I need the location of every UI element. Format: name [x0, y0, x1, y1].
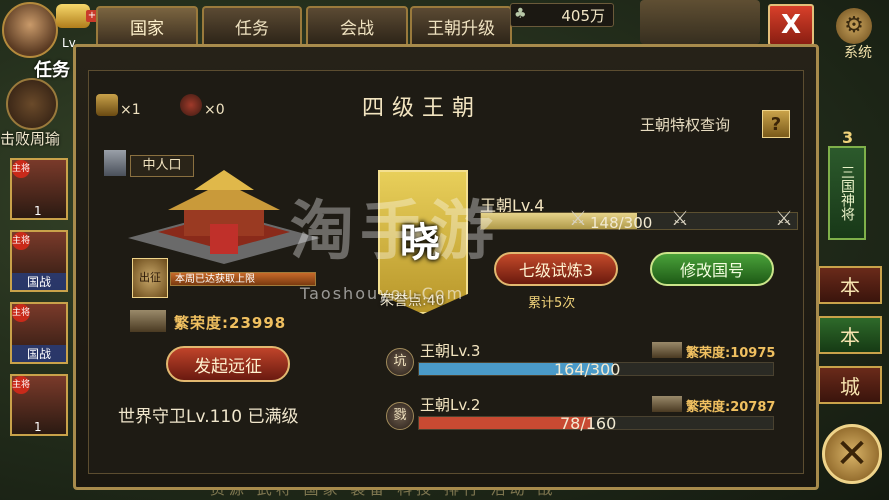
- watermark-url: Taoshouyou.Com: [300, 284, 465, 303]
- gods-banner-label: 三国神将: [839, 165, 855, 221]
- ship-icon: [640, 0, 760, 44]
- hero-card[interactable]: 主将 1: [10, 374, 68, 436]
- trial-button[interactable]: 七级试炼3: [494, 252, 618, 286]
- general-badge: 主将: [12, 232, 30, 250]
- rival-level: 王朝Lv.3: [420, 342, 481, 360]
- prosperity-icon: [130, 310, 166, 332]
- rival-emblem-icon: 戮: [386, 402, 414, 430]
- rename-nation-label: 修改国号: [679, 261, 744, 280]
- seal-icon: [96, 94, 118, 116]
- crossed-swords-icon: ⚔: [569, 206, 587, 230]
- dynasty-title: 四级王朝: [361, 96, 482, 121]
- rival-emblem-icon: 坑: [386, 348, 414, 376]
- close-icon: X: [780, 10, 802, 40]
- side-button-3[interactable]: 城: [818, 366, 882, 404]
- watermark: 淘手游: [290, 195, 500, 269]
- close-button[interactable]: X: [768, 4, 814, 46]
- tab-battle[interactable]: 会战: [306, 6, 408, 44]
- side-button-label: 本: [840, 324, 860, 349]
- gods-banner-button[interactable]: 三国神将: [828, 146, 866, 240]
- trial-count: 累计5次: [528, 296, 576, 311]
- general-badge: 主将: [12, 160, 30, 178]
- gold-ingot-icon[interactable]: [56, 4, 90, 28]
- hero-status: 国战: [12, 273, 66, 290]
- rival-prosperity: 繁荣度:20787: [686, 400, 776, 415]
- silver-amount: 405万: [561, 6, 605, 25]
- tab-dynasty-upgrade-label: 王朝升级: [427, 18, 495, 39]
- rival-prosperity-value: 20787: [730, 400, 776, 415]
- side-button-2[interactable]: 本: [818, 316, 882, 354]
- player-avatar[interactable]: [2, 2, 58, 58]
- system-label[interactable]: 系统: [832, 42, 884, 62]
- gourd-count: ×0: [204, 102, 225, 118]
- side-button-label: 本: [840, 274, 860, 299]
- expedition-seal-icon: 出征: [132, 258, 168, 298]
- tab-country[interactable]: 国家: [96, 6, 198, 44]
- tab-country-label: 国家: [130, 18, 164, 39]
- tab-tasks-label: 任务: [235, 18, 269, 39]
- dynasty-progress-text: 148/300: [590, 214, 653, 232]
- question-icon: ?: [770, 113, 782, 135]
- tab-battle-label: 会战: [340, 18, 374, 39]
- hero-count: 1: [34, 204, 42, 218]
- prosperity-readout: 繁荣度:23998: [174, 314, 287, 332]
- silver-icon: ♣: [514, 6, 527, 22]
- privilege-query-link[interactable]: 王朝特权查询: [640, 114, 730, 135]
- prosperity-label: 繁荣度: [174, 314, 223, 332]
- rival-prosperity-label: 繁荣度: [686, 400, 726, 415]
- launch-expedition-label: 发起远征: [194, 356, 262, 377]
- help-button[interactable]: ?: [762, 110, 790, 138]
- general-badge: 主将: [12, 376, 30, 394]
- tab-tasks[interactable]: 任务: [202, 6, 302, 44]
- hero-card[interactable]: 主将 国战: [10, 230, 68, 292]
- rival-prosperity-value: 10975: [730, 346, 776, 361]
- gourd-icon: [180, 94, 202, 116]
- prosperity-value: 23998: [229, 314, 287, 332]
- rename-nation-button[interactable]: 修改国号: [650, 252, 774, 286]
- rival-progress-text: 164/300: [554, 360, 621, 379]
- crossed-swords-button[interactable]: ✕: [822, 424, 882, 484]
- rival-prosperity: 繁荣度:10975: [686, 346, 776, 361]
- prosperity-icon: [652, 342, 682, 358]
- rival-level: 王朝Lv.2: [420, 396, 481, 414]
- trial-label: 七级试炼3: [518, 261, 594, 280]
- rival-prosperity-label: 繁荣度: [686, 346, 726, 361]
- rival-progress-text: 78/160: [560, 414, 617, 433]
- gear-icon[interactable]: ⚙: [836, 8, 872, 44]
- weekly-cap-bar: 本周已达获取上限: [170, 272, 316, 286]
- hero-status: 国战: [12, 345, 66, 362]
- seal-count: ×1: [120, 102, 141, 118]
- prosperity-icon: [652, 396, 682, 412]
- launch-expedition-button[interactable]: 发起远征: [166, 346, 290, 382]
- side-button-1[interactable]: 本: [818, 266, 882, 304]
- task-label[interactable]: 任务: [34, 56, 70, 82]
- world-guard-status: 世界守卫Lv.110 已满级: [118, 407, 299, 427]
- hero-card[interactable]: 主将 1: [10, 158, 68, 220]
- hero-count: 1: [34, 420, 42, 434]
- side-counter: 3: [842, 128, 854, 147]
- task-objective: 击败周瑜: [0, 130, 61, 148]
- task-portrait-icon[interactable]: [6, 78, 58, 130]
- crossed-swords-icon: ⚔: [671, 206, 689, 230]
- general-badge: 主将: [12, 304, 30, 322]
- tab-dynasty-upgrade[interactable]: 王朝升级: [410, 6, 512, 44]
- side-button-label: 城: [840, 374, 860, 399]
- crossed-swords-icon: ⚔: [775, 206, 793, 230]
- hero-card[interactable]: 主将 国战: [10, 302, 68, 364]
